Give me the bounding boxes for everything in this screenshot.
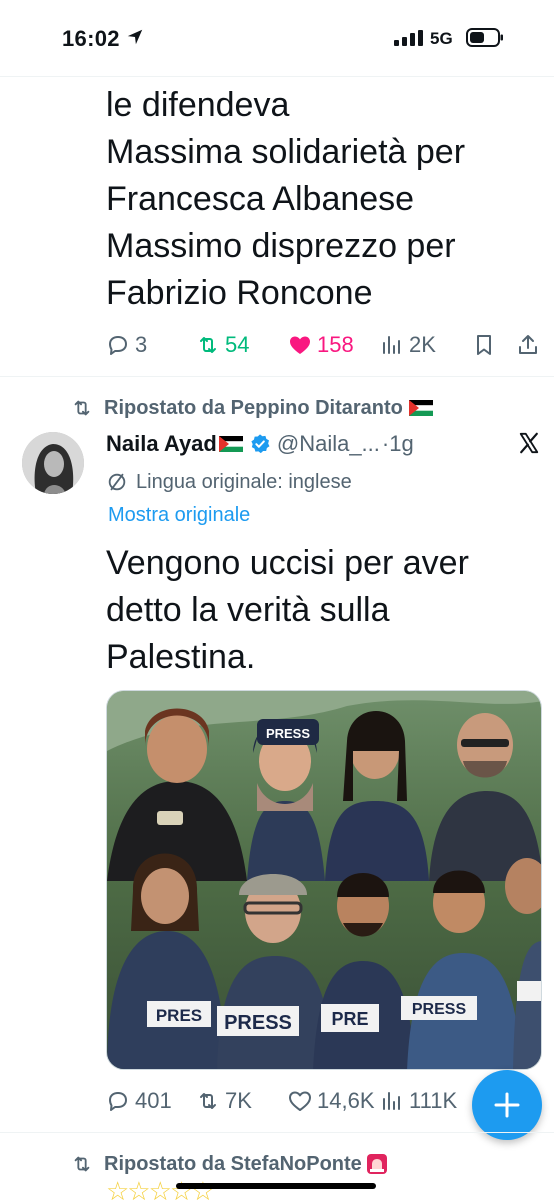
views-button[interactable]: 111K [380, 1086, 457, 1116]
author-handle: @Naila_... [276, 431, 380, 456]
tweet-text: le difendeva Massima solidarietà per Fra… [106, 86, 466, 312]
status-time: 16:02 [62, 26, 120, 51]
views-icon [383, 1092, 400, 1110]
heart-icon [290, 336, 310, 354]
network-type: 5G [430, 29, 453, 48]
tweet-time: ·1g [381, 431, 414, 456]
like-count: 14,6K [317, 1088, 375, 1113]
press-label: PRES [156, 1006, 202, 1025]
reply-count: 3 [135, 332, 148, 357]
repost-icon [74, 400, 90, 416]
verified-icon [251, 434, 270, 454]
avatar-photo [22, 432, 84, 494]
bookmark-icon [477, 335, 491, 355]
compose-plus-icon [494, 1092, 520, 1118]
views-count: 111K [409, 1088, 458, 1113]
like-count: 158 [317, 332, 354, 357]
battery-icon [466, 28, 503, 47]
tweet-actions: 3 54 158 2K [106, 330, 546, 360]
show-original-link[interactable]: Mostra originale [108, 504, 250, 527]
repost-attribution-label: Ripostato da Peppino Ditaranto [104, 396, 403, 419]
x-logo-icon[interactable] [518, 432, 540, 454]
palestine-flag-icon [218, 436, 243, 452]
press-label: PRESS [224, 1012, 292, 1034]
views-button[interactable]: 2K [380, 330, 436, 360]
reply-count: 401 [135, 1088, 172, 1113]
author-name: Naila Ayad [106, 431, 217, 456]
translate-icon [108, 473, 126, 491]
translation-notice: Lingua originale: inglese [106, 468, 352, 496]
repost-attribution-label: Ripostato da StefaNoPonte [104, 1152, 362, 1175]
bookmark-button[interactable] [472, 330, 501, 360]
views-count: 2K [409, 332, 436, 357]
repost-attribution[interactable]: Ripostato da StefaNoPonte [70, 1150, 398, 1178]
palestine-flag-icon [408, 400, 433, 416]
journalists-photo: PRES PRESS PRE PRESS PRESS [107, 691, 541, 1069]
like-button[interactable]: 14,6K [288, 1086, 375, 1116]
divider [0, 376, 554, 377]
original-language-label: Lingua originale: inglese [136, 470, 352, 493]
location-arrow-icon [127, 29, 143, 45]
repost-icon [74, 1156, 90, 1172]
heart-icon [289, 1091, 311, 1111]
reply-icon [109, 1092, 127, 1111]
press-label: PRE [331, 1009, 368, 1029]
reply-button[interactable]: 3 [106, 330, 147, 360]
avatar[interactable] [22, 432, 84, 494]
tweet-media-image[interactable]: PRES PRESS PRE PRESS PRESS [106, 690, 542, 1070]
repost-count: 54 [225, 332, 250, 357]
repost-button[interactable]: 54 [196, 330, 249, 360]
repost-attribution[interactable]: Ripostato da Peppino Ditaranto [70, 394, 443, 422]
press-label: PRESS [412, 1001, 467, 1018]
share-icon [519, 335, 537, 354]
tweet-text: Vengono uccisi per aver detto la verità … [106, 544, 469, 676]
repost-icon [200, 1093, 216, 1109]
tweet-previous[interactable]: le difendeva Massima solidarietà per Fra… [0, 60, 554, 374]
repost-button[interactable]: 7K [196, 1086, 252, 1116]
repost-count: 7K [225, 1088, 252, 1113]
reply-button[interactable]: 401 [106, 1086, 172, 1116]
views-icon [383, 336, 400, 354]
divider [0, 1132, 554, 1133]
signal-icon [394, 30, 423, 46]
compose-button[interactable] [472, 1070, 542, 1140]
siren-icon [366, 1154, 387, 1174]
repost-icon [200, 337, 216, 353]
tweet-author[interactable]: Naila Ayad @Naila_... ·1g [106, 428, 414, 460]
press-label: PRESS [266, 726, 310, 741]
share-button[interactable] [516, 330, 545, 360]
home-indicator [176, 1183, 376, 1189]
reply-icon [109, 336, 127, 355]
like-button[interactable]: 158 [288, 330, 354, 360]
